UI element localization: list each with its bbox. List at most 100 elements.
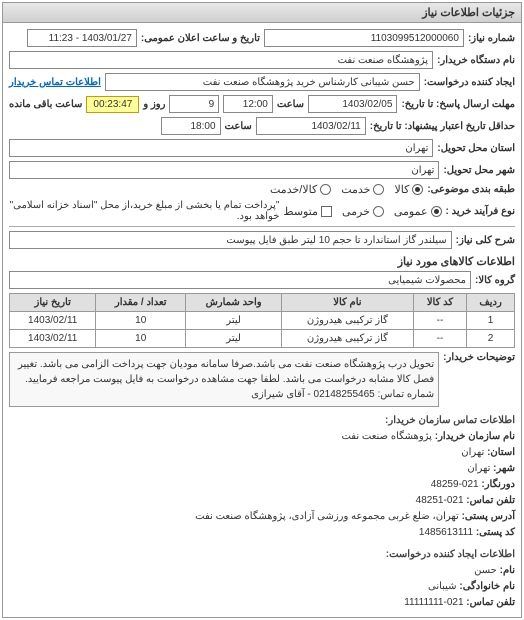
row-purchase-type: نوع فرآیند خرید : عمومی خرمی متوسط "پردا…	[9, 200, 515, 222]
buyer-org-field: پژوهشگاه صنعت نفت	[9, 51, 433, 69]
deadline-reply-label: مهلت ارسال پاسخ: تا تاریخ:	[401, 99, 515, 110]
contact-creator-section: اطلاعات ایجاد کننده درخواست: نام: حسن نا…	[9, 547, 515, 611]
lbl: کد پستی:	[476, 527, 515, 538]
row-province: استان محل تحویل: تهران	[9, 139, 515, 157]
th-unit: واحد شمارش	[186, 294, 282, 312]
deadline-deliver-time-label: ساعت	[225, 121, 252, 132]
purchase-note: "پرداخت تمام یا بخشی از مبلغ خرید،از محل…	[9, 200, 279, 222]
radio-service[interactable]: خدمت	[341, 183, 384, 196]
info-line: دورنگار: 021-48259	[9, 477, 515, 493]
info-line: تلفن تماس: 021-11111111	[9, 595, 515, 611]
radio-goods[interactable]: کالا	[394, 183, 423, 196]
deadline-reply-date: 1403/02/05	[308, 95, 397, 113]
val: 1485613111	[419, 527, 473, 538]
row-buyer-desc: توضیحات خریدار: تحویل درب پژوهشگاه صنعت …	[9, 352, 515, 407]
th-name: نام کالا	[282, 294, 414, 312]
radio-both[interactable]: کالا/خدمت	[270, 183, 331, 196]
lbl: استان:	[487, 447, 515, 458]
cell-unit: لیتر	[186, 312, 282, 330]
contact-creator-title: اطلاعات ایجاد کننده درخواست:	[9, 547, 515, 563]
details-panel: جزئیات اطلاعات نیاز شماره نیاز: 11030995…	[2, 2, 522, 618]
cell-code: --	[413, 312, 466, 330]
radio-medium[interactable]: متوسط	[283, 205, 332, 218]
val: تهران، ضلع غربی مجموعه ورزشی آزادی، پژوه…	[195, 511, 459, 522]
th-code: کد کالا	[413, 294, 466, 312]
radio-icon	[320, 184, 331, 195]
val: تهران	[461, 447, 484, 458]
deadline-deliver-date: 1403/02/11	[256, 117, 366, 135]
row-requester: ایجاد کننده درخواست: حسن شیبانی کارشناس …	[9, 73, 515, 91]
overall-desc-label: شرح کلی نیاز:	[456, 235, 515, 246]
radio-icon	[373, 184, 384, 195]
radio-label: کالا	[394, 183, 409, 196]
announce-label: تاریخ و ساعت اعلان عمومی:	[141, 33, 260, 44]
info-line: نام خانوادگی: شیبانی	[9, 579, 515, 595]
row-city: شهر محل تحویل: تهران	[9, 161, 515, 179]
th-idx: ردیف	[467, 294, 515, 312]
table-row[interactable]: 1 -- گاز ترکیبی هیدروژن لیتر 10 1403/02/…	[10, 312, 515, 330]
info-line: تلفن تماس: 021-48251	[9, 493, 515, 509]
deadline-reply-days: 9	[169, 95, 219, 113]
category-label: طبقه بندی موضوعی:	[427, 184, 515, 195]
contact-org-section: اطلاعات تماس سازمان خریدار: نام سازمان خ…	[9, 413, 515, 541]
radio-icon	[431, 206, 442, 217]
info-line: نام سازمان خریدار: پژوهشگاه صنعت نفت	[9, 429, 515, 445]
row-category: طبقه بندی موضوعی: کالا خدمت کالا/خدمت	[9, 183, 515, 196]
radio-private[interactable]: خرمی	[342, 205, 384, 218]
deadline-deliver-time: 18:00	[161, 117, 221, 135]
val: 021-11111111	[404, 597, 463, 608]
deadline-reply-time: 12:00	[223, 95, 273, 113]
val: 021-48259	[431, 479, 479, 490]
announce-field: 1403/01/27 - 11:23	[27, 29, 137, 47]
cell-idx: 1	[467, 312, 515, 330]
info-line: نام: حسن	[9, 563, 515, 579]
lbl: آدرس پستی:	[462, 511, 515, 522]
row-deadline-deliver: حداقل تاریخ اعتبار پیشنهاد: تا تاریخ: 14…	[9, 117, 515, 135]
group-field: محصولات شیمیایی	[9, 271, 471, 289]
val: حسن	[474, 565, 497, 576]
radio-public[interactable]: عمومی	[394, 205, 442, 218]
cell-unit: لیتر	[186, 330, 282, 348]
divider	[9, 226, 515, 227]
purchase-type-radios: عمومی خرمی متوسط	[283, 205, 441, 218]
city-field: تهران	[9, 161, 439, 179]
cell-qty: 10	[96, 330, 186, 348]
row-overall-desc: شرح کلی نیاز: سیلندر گاز استاندارد تا حج…	[9, 231, 515, 249]
city-label: شهر محل تحویل:	[443, 165, 515, 176]
cell-name: گاز ترکیبی هیدروژن	[282, 330, 414, 348]
lbl: شهر:	[493, 463, 515, 474]
lbl: نام سازمان خریدار:	[435, 431, 515, 442]
row-group: گروه کالا: محصولات شیمیایی	[9, 271, 515, 289]
radio-label: خدمت	[341, 183, 370, 196]
radio-label: کالا/خدمت	[270, 183, 317, 196]
val: پژوهشگاه صنعت نفت	[341, 431, 432, 442]
purchase-type-label: نوع فرآیند خرید :	[446, 206, 515, 217]
lbl: تلفن تماس:	[466, 495, 515, 506]
buyer-desc-box: تحویل درب پژوهشگاه صنعت نفت می باشد.صرفا…	[9, 352, 439, 407]
val: شیبانی	[428, 581, 457, 592]
radio-label: عمومی	[394, 205, 428, 218]
table-row[interactable]: 2 -- گاز ترکیبی هیدروژن لیتر 10 1403/02/…	[10, 330, 515, 348]
lbl: تلفن تماس:	[466, 597, 515, 608]
requester-label: ایجاد کننده درخواست:	[424, 77, 515, 88]
radio-icon	[373, 206, 384, 217]
category-radios: کالا خدمت کالا/خدمت	[270, 183, 423, 196]
remaining-label: ساعت باقی مانده	[9, 99, 82, 110]
checkbox-icon	[321, 206, 332, 217]
val: 021-48251	[416, 495, 464, 506]
cell-date: 1403/02/11	[10, 312, 96, 330]
row-buyer-org: نام دستگاه خریدار: پژوهشگاه صنعت نفت	[9, 51, 515, 69]
deadline-reply-time-label: ساعت	[277, 99, 304, 110]
contact-org-title: اطلاعات تماس سازمان خریدار:	[9, 413, 515, 429]
panel-body: شماره نیاز: 1103099512000060 تاریخ و ساع…	[3, 23, 521, 617]
buyer-contact-link[interactable]: اطلاعات تماس خریدار	[9, 77, 101, 88]
lbl: نام خانوادگی:	[459, 581, 515, 592]
goods-table: ردیف کد کالا نام کالا واحد شمارش تعداد /…	[9, 293, 515, 348]
info-line: آدرس پستی: تهران، ضلع غربی مجموعه ورزشی …	[9, 509, 515, 525]
request-number-field: 1103099512000060	[264, 29, 464, 47]
info-line: کد پستی: 1485613111	[9, 525, 515, 541]
cell-code: --	[413, 330, 466, 348]
province-field: تهران	[9, 139, 433, 157]
th-date: تاریخ نیاز	[10, 294, 96, 312]
lbl: دورنگار:	[481, 479, 515, 490]
